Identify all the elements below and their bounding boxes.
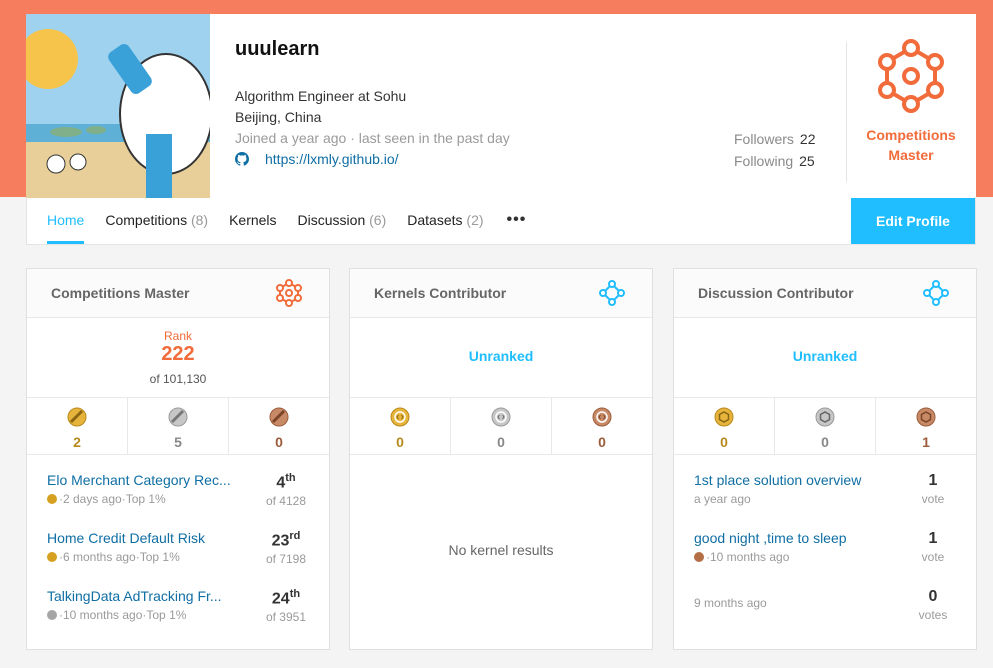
rank-label: Rank: [163, 329, 192, 343]
github-icon: [235, 152, 249, 166]
gold-discussion-medal-icon: [714, 407, 734, 427]
tier-badge: Competitions Master: [856, 38, 966, 165]
list-item[interactable]: Home Credit Default Risk ·6 months ago·T…: [47, 530, 311, 570]
gold-medal-icon: [47, 552, 57, 562]
gold-medal-icon: [47, 494, 57, 504]
tab-home[interactable]: Home: [47, 198, 85, 244]
profile-nav: Home Competitions (8) Kernels Discussion…: [26, 198, 976, 245]
medal-row: 0 0 1: [674, 398, 976, 455]
bronze-discussion-medal-icon: [916, 407, 936, 427]
unranked-label: Unranked: [792, 348, 858, 364]
followers-stat[interactable]: Followers 22: [734, 131, 815, 147]
silver-medal-icon: [168, 407, 188, 427]
empty-state: No kernel results: [448, 542, 554, 558]
contributor-icon: [599, 280, 625, 306]
bronze-medal-icon: [269, 407, 289, 427]
divider: [846, 42, 847, 182]
silver-medal: 5: [128, 398, 229, 454]
bronze-kernel-medal-icon: [592, 407, 612, 427]
kernels-panel: Kernels Contributor Unranked 0 0 0 No ke…: [349, 268, 653, 650]
silver-medal-icon: [47, 610, 57, 620]
medal-row: 0 0 0: [350, 398, 652, 455]
panel-title: Discussion Contributor: [698, 285, 854, 301]
profile-card: uuulearn Algorithm Engineer at Sohu Beij…: [26, 14, 976, 198]
occupation: Algorithm Engineer at Sohu: [235, 88, 407, 104]
competitions-panel: Competitions Master Rank 222 of 101,130 …: [26, 268, 330, 650]
gold-kernel-medal-icon: [390, 407, 410, 427]
following-stat[interactable]: Following 25: [734, 153, 815, 169]
gold-medal: 0: [674, 398, 775, 454]
list-item[interactable]: 9 months ago 0 votes: [694, 588, 958, 628]
github-link[interactable]: https://lxmly.github.io/: [265, 151, 399, 167]
panel-title: Competitions Master: [51, 285, 190, 301]
tab-datasets[interactable]: Datasets (2): [407, 198, 483, 244]
followers-label: Followers: [734, 131, 794, 147]
silver-kernel-medal-icon: [491, 407, 511, 427]
followers-count: 22: [799, 131, 816, 147]
medal-row: 2 5 0: [27, 398, 329, 455]
bronze-medal: 0: [552, 398, 652, 454]
panel-title: Kernels Contributor: [374, 285, 507, 301]
competitions-master-icon: [878, 39, 944, 113]
rank-box: Rank 222 of 101,130: [27, 318, 329, 398]
bronze-medal-icon: [694, 552, 704, 562]
list-item[interactable]: Elo Merchant Category Rec... ·2 days ago…: [47, 472, 311, 512]
contributor-icon: [923, 280, 949, 306]
following-count: 25: [799, 153, 815, 169]
edit-profile-button[interactable]: Edit Profile: [851, 198, 975, 244]
gold-medal: 0: [350, 398, 451, 454]
bronze-medal: 0: [229, 398, 329, 454]
list-item[interactable]: good night ,time to sleep ·10 months ago…: [694, 530, 958, 570]
tab-competitions[interactable]: Competitions (8): [105, 198, 208, 244]
unranked-label: Unranked: [468, 348, 534, 364]
location: Beijing, China: [235, 109, 322, 125]
rank-number: 222: [161, 343, 195, 365]
joined-text: Joined a year ago · last seen in the pas…: [235, 130, 510, 146]
silver-medal: 0: [775, 398, 876, 454]
tab-kernels[interactable]: Kernels: [229, 198, 276, 244]
list-item[interactable]: TalkingData AdTracking Fr... ·10 months …: [47, 588, 311, 628]
more-icon[interactable]: •••: [507, 198, 527, 244]
following-label: Following: [734, 153, 794, 169]
gold-medal: 2: [27, 398, 128, 454]
silver-medal: 0: [451, 398, 552, 454]
list-item[interactable]: 1st place solution overview a year ago 1…: [694, 472, 958, 512]
rank-box: Unranked: [350, 318, 652, 398]
bronze-medal: 1: [876, 398, 976, 454]
github-link-row: https://lxmly.github.io/: [235, 151, 399, 167]
tab-discussion[interactable]: Discussion (6): [298, 198, 387, 244]
avatar[interactable]: [26, 14, 210, 198]
discussion-panel: Discussion Contributor Unranked 0 0 1 1s…: [673, 268, 977, 650]
rank-box: Unranked: [674, 318, 976, 398]
username: uuulearn: [235, 38, 320, 60]
silver-discussion-medal-icon: [815, 407, 835, 427]
rank-total: of 101,130: [149, 372, 207, 386]
tier-label: Competitions Master: [866, 127, 956, 163]
competitions-master-icon: [276, 279, 302, 307]
gold-medal-icon: [67, 407, 87, 427]
